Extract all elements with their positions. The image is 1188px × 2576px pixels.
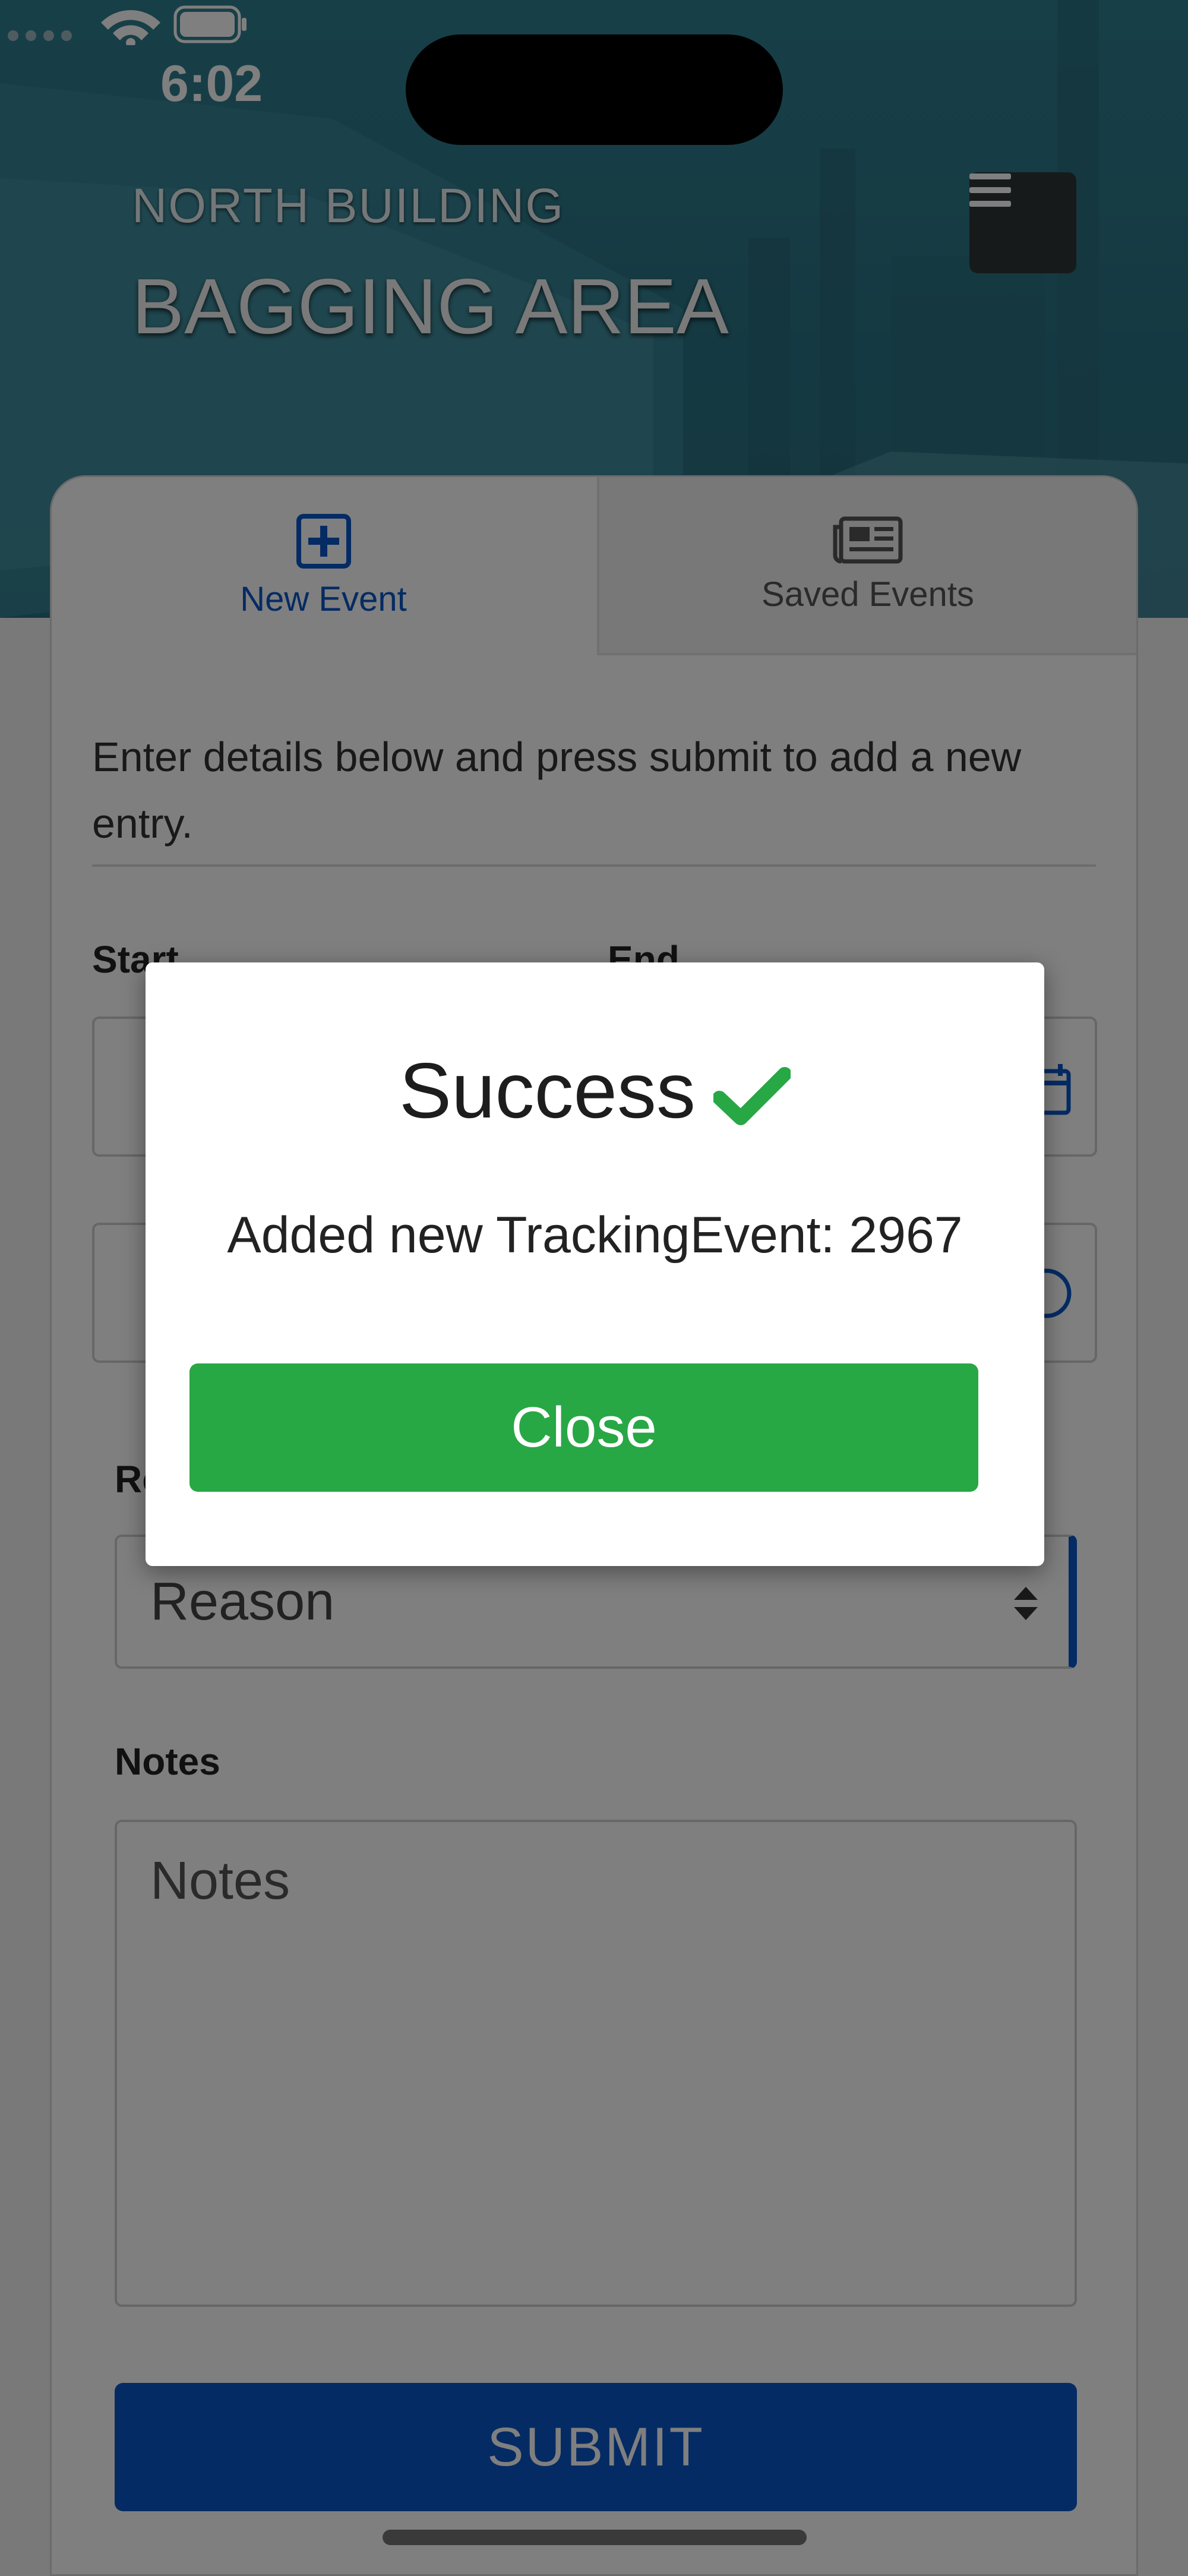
dialog-title: Success [399,1047,696,1134]
success-dialog: Success Added new TrackingEvent: 2967 Cl… [146,962,1044,1566]
close-button[interactable]: Close [189,1363,978,1492]
home-indicator[interactable] [383,2530,807,2545]
dialog-message: Added new TrackingEvent: 2967 [227,1207,963,1264]
dialog-title-row: Success [146,1046,1044,1135]
checkmark-icon [713,1067,791,1126]
